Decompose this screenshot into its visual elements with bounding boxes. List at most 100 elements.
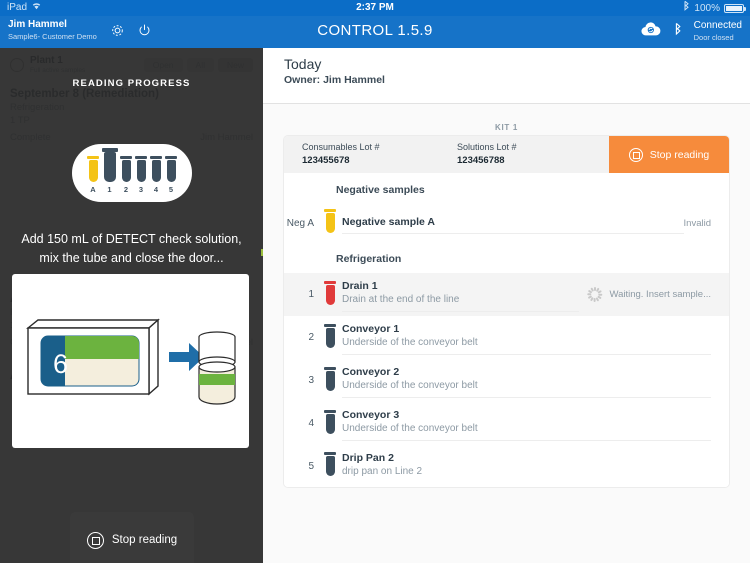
tube-icon	[324, 209, 336, 233]
tube-cell	[318, 452, 342, 476]
row-name: Drip Pan 2	[342, 452, 394, 464]
progress-tube-1: 1	[101, 148, 118, 194]
ios-clock: 2:37 PM	[356, 2, 394, 13]
row-desc: Underside of the conveyor belt	[342, 337, 478, 348]
consumables-lot-label: Consumables Lot #	[302, 142, 380, 152]
stop-reading-button-modal[interactable]: Stop reading	[70, 512, 194, 563]
table-row[interactable]: 1 Drain 1 Drain at the end of the line W…	[284, 273, 729, 316]
row-desc: Underside of the conveyor belt	[342, 380, 478, 391]
stop-reading-label: Stop reading	[111, 534, 178, 546]
row-text: Conveyor 1 Underside of the conveyor bel…	[342, 320, 711, 355]
bluetooth-icon	[683, 0, 690, 17]
row-text: Drip Pan 2 drip pan on Line 2	[342, 449, 711, 483]
left-panel: Plant 1 Full active samples Open All New…	[0, 48, 263, 563]
solutions-lot: Solutions Lot # 123456788	[439, 136, 594, 173]
row-index: Neg A	[286, 217, 314, 229]
page-title: Today	[284, 56, 322, 72]
connection-status: Connected Door closed	[694, 19, 742, 43]
tube-icon	[135, 156, 147, 182]
tube-icon	[324, 366, 336, 391]
row-status-group: Waiting. Insert sample...	[579, 287, 729, 302]
today-header: Today Owner: Jim Hammel	[263, 48, 750, 104]
row-name: Negative sample A	[342, 215, 435, 228]
progress-tube-label: 5	[168, 185, 174, 194]
tube-icon	[150, 156, 162, 182]
reading-progress-label: READING PROGRESS	[72, 78, 191, 89]
battery-percent: 100%	[694, 2, 720, 14]
kit-card: Consumables Lot # 123455678 Solutions Lo…	[284, 136, 729, 487]
progress-tube-label: 4	[153, 185, 159, 194]
stop-square-icon	[86, 531, 104, 549]
reading-progress-tubes: A 1 2 3 4 5	[72, 144, 192, 202]
progress-tube-label: A	[90, 185, 96, 194]
connection-state-label: Connected	[693, 20, 742, 31]
table-row[interactable]: Neg A Negative sample A Invalid	[284, 204, 729, 242]
row-text: Drain 1 Drain at the end of the line	[342, 277, 580, 312]
negative-samples-section-title: Negative samples	[284, 173, 729, 204]
tube-icon	[101, 148, 118, 182]
battery-icon	[724, 4, 746, 13]
tube-icon	[324, 323, 336, 348]
row-text: Negative sample A	[342, 213, 684, 234]
row-desc: Underside of the conveyor belt	[342, 423, 478, 434]
row-text: Conveyor 3 Underside of the conveyor bel…	[342, 406, 711, 441]
row-text: Conveyor 2 Underside of the conveyor bel…	[342, 363, 711, 398]
progress-tube-5: 5	[165, 156, 177, 194]
tube-cell	[318, 209, 342, 233]
ios-status-right: 100%	[683, 0, 746, 17]
row-index: 1	[308, 289, 314, 300]
tube-cell	[318, 366, 342, 391]
table-row[interactable]: 5 Drip Pan 2 drip pan on Line 2	[284, 445, 729, 487]
progress-tube-label: 2	[123, 185, 129, 194]
row-index: 4	[308, 418, 314, 429]
tube-icon	[165, 156, 177, 182]
row-index: 5	[308, 460, 314, 472]
progress-tube-label: 3	[138, 185, 144, 194]
tube-cell	[318, 409, 342, 434]
row-index: 3	[308, 375, 314, 386]
cloud-sync-icon[interactable]	[640, 21, 662, 42]
consumables-lot-value: 123455678	[302, 155, 350, 166]
solutions-lot-value: 123456788	[457, 155, 505, 166]
lot-row: Consumables Lot # 123455678 Solutions Lo…	[284, 136, 729, 173]
tube-icon	[324, 409, 336, 434]
right-panel: Today Owner: Jim Hammel KIT 1 Consumable…	[263, 48, 750, 563]
row-desc: Drain at the end of the line	[342, 294, 460, 305]
app-screen: iPad 2:37 PM 100% Jim Hammel Sample6- Cu…	[0, 0, 750, 563]
progress-tube-2: 2	[120, 156, 132, 194]
header-status-group: Connected Door closed	[640, 19, 742, 43]
progress-tube-4: 4	[150, 156, 162, 194]
stop-reading-label: Stop reading	[649, 148, 710, 161]
refrigeration-section-title: Refrigeration	[284, 242, 729, 273]
tube-icon	[324, 280, 336, 305]
owner-label: Owner: Jim Hammel	[284, 74, 385, 86]
row-name: Conveyor 1	[342, 323, 400, 335]
row-status: Invalid	[683, 217, 711, 229]
tube-cell	[318, 280, 342, 305]
row-index: 2	[308, 332, 314, 343]
sample-box-to-tube-illustration: 6	[12, 274, 249, 448]
door-state-label: Door closed	[693, 33, 734, 42]
stop-reading-button[interactable]: Stop reading	[609, 136, 729, 173]
instruction-text: Add 150 mL of DETECT check solution, mix…	[21, 232, 242, 265]
progress-tube-3: 3	[135, 156, 147, 194]
kit-label: KIT 1	[494, 123, 519, 132]
tube-icon	[120, 156, 132, 182]
tube-icon	[87, 156, 99, 182]
solutions-lot-label: Solutions Lot #	[457, 142, 517, 152]
app-header: Jim Hammel Sample6- Customer Demo CONTRO…	[0, 16, 750, 48]
loading-spinner-icon	[587, 287, 603, 302]
row-name: Conveyor 2	[342, 366, 400, 378]
row-name: Drain 1	[342, 280, 378, 292]
progress-tube-a: A	[87, 156, 99, 194]
progress-tube-label: 1	[107, 185, 112, 194]
bluetooth-icon	[674, 22, 682, 41]
table-row[interactable]: 4 Conveyor 3 Underside of the conveyor b…	[284, 402, 729, 445]
ios-status-bar: iPad 2:37 PM 100%	[0, 0, 750, 16]
consumables-lot: Consumables Lot # 123455678	[284, 136, 439, 173]
svg-text:6: 6	[53, 349, 68, 379]
table-row[interactable]: 2 Conveyor 1 Underside of the conveyor b…	[284, 316, 729, 359]
tube-cell	[318, 323, 342, 348]
stop-square-icon	[628, 147, 643, 162]
table-row[interactable]: 3 Conveyor 2 Underside of the conveyor b…	[284, 359, 729, 402]
